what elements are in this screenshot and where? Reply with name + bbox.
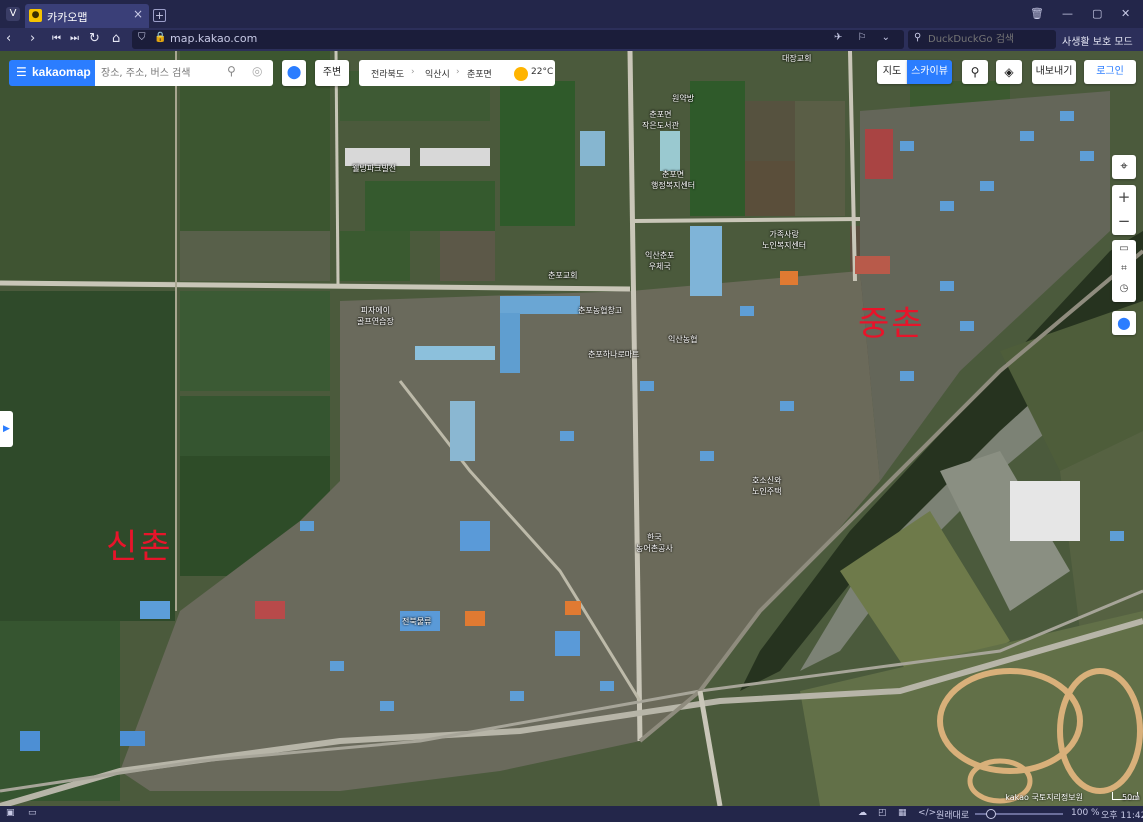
- radius-icon[interactable]: ◷: [1112, 283, 1136, 294]
- private-mode-label[interactable]: 사생활 보호 모드: [1062, 33, 1133, 48]
- roadview-pin-icon: ⚲: [970, 65, 980, 79]
- roadview-button[interactable]: ⚲: [962, 60, 988, 84]
- zoom-in-button[interactable]: +: [1112, 188, 1136, 206]
- zoom-slider-knob[interactable]: [986, 809, 996, 819]
- minimize-icon[interactable]: —: [1062, 7, 1073, 20]
- satellite-imagery[interactable]: [0, 51, 1143, 806]
- lock-icon[interactable]: 🔒: [154, 32, 166, 43]
- kakaomap-logo: kakaomap: [32, 65, 91, 79]
- close-window-icon[interactable]: ✕: [1121, 7, 1130, 20]
- poi-label[interactable]: 호소신와 노인주택: [752, 475, 781, 497]
- new-tab-button[interactable]: +: [153, 9, 166, 22]
- pin-icon: ⬤: [1117, 316, 1131, 330]
- sun-icon: [514, 67, 528, 81]
- shield-icon[interactable]: ⛉: [138, 32, 146, 43]
- layers-button[interactable]: ◈: [996, 60, 1022, 84]
- kakaomap-favicon-icon: ●: [29, 9, 42, 22]
- address-bar: ‹ › ⏮ ⏭ ↻ ⌂ ⛉ 🔒 map.kakao.com ✈ ⚐ ⌄ ⚲ 사생…: [0, 28, 1143, 51]
- clock: 오후 11:42: [1101, 811, 1143, 821]
- chevron-right-icon: ›: [411, 67, 415, 77]
- poi-label[interactable]: 원약방: [672, 93, 694, 104]
- poi-label[interactable]: 춘포농협창고: [578, 305, 622, 316]
- region-label-sinchon: 신촌: [106, 527, 173, 567]
- layers-icon: ◈: [1004, 65, 1014, 79]
- fastforward-icon[interactable]: ⏭: [70, 31, 79, 47]
- ruler-icon[interactable]: ▭: [1112, 243, 1136, 254]
- browser-window: V ● 카카오맵 × + 🗑 — ▢ ✕ ‹ › ⏮ ⏭ ↻ ⌂ ⛉ 🔒 map…: [0, 0, 1143, 822]
- sync-icon[interactable]: ☁: [858, 808, 867, 818]
- kakao-search-box[interactable]: ⚲ ◎: [95, 60, 273, 86]
- nearby-button[interactable]: 주변: [315, 60, 349, 86]
- capture-icon[interactable]: ◰: [878, 808, 887, 818]
- poi-label[interactable]: 피자에이 골프연습장: [357, 305, 394, 327]
- map-type-skyview-button[interactable]: 스카이뷰: [907, 60, 952, 84]
- my-location-button[interactable]: ⌖: [1112, 155, 1136, 179]
- poi-label[interactable]: 가족사랑 노인복지센터: [762, 229, 806, 251]
- maximize-icon[interactable]: ▢: [1092, 7, 1102, 20]
- tab-title: 카카오맵: [47, 11, 88, 24]
- forward-icon[interactable]: ›: [30, 31, 35, 47]
- map-scale-label: 50m: [1122, 793, 1140, 802]
- poi-label[interactable]: 익산농협: [668, 334, 697, 345]
- url-text[interactable]: map.kakao.com: [170, 32, 257, 45]
- poi-label[interactable]: 웰빙파크빌선: [352, 163, 396, 174]
- code-icon[interactable]: </>: [918, 808, 936, 818]
- kakaomap-menu-button[interactable]: ☰ kakaomap: [9, 60, 95, 86]
- tool-control: ▭ ⌗ ◷: [1112, 240, 1136, 302]
- poi-label[interactable]: 대장교회: [782, 53, 811, 64]
- roadview-toggle-button[interactable]: ⬤: [1112, 311, 1136, 335]
- poi-label[interactable]: 춘포하나로마트: [588, 349, 640, 360]
- vivaldi-menu-icon[interactable]: V: [6, 7, 20, 21]
- login-button[interactable]: 로그인: [1084, 60, 1136, 84]
- location-pin-button[interactable]: ⬤: [282, 60, 306, 86]
- image-icon[interactable]: ▦: [898, 808, 907, 818]
- zoom-control: + −: [1112, 185, 1136, 235]
- poi-label[interactable]: 전북물류: [402, 616, 431, 627]
- reload-icon[interactable]: ↻: [89, 31, 100, 47]
- breadcrumb-item[interactable]: 전라북도: [371, 67, 404, 80]
- export-button[interactable]: 내보내기: [1032, 60, 1076, 84]
- tab-bar: V ● 카카오맵 × + 🗑 — ▢ ✕: [0, 0, 1143, 28]
- web-search-field[interactable]: ⚲: [908, 30, 1056, 49]
- zoom-out-button[interactable]: −: [1112, 212, 1136, 230]
- map-viewport[interactable]: 대장교회 원약방 춘포면 작은도서관 춘포면 행정복지센터 웰빙파크빌선 가족사…: [0, 51, 1143, 806]
- area-icon[interactable]: ⌗: [1112, 263, 1136, 274]
- crosshair-icon: ⌖: [1120, 159, 1128, 174]
- back-icon[interactable]: ‹: [6, 31, 11, 47]
- trash-icon[interactable]: 🗑: [1030, 7, 1044, 20]
- panel-toggle-icon[interactable]: ▣: [6, 808, 15, 818]
- status-bar: ▣ ▭ ☁ ◰ ▦ </> 원래대로 100 % 오후 11:42: [0, 806, 1143, 822]
- web-search-input[interactable]: [928, 32, 1046, 47]
- map-type-map-button[interactable]: 지도: [877, 60, 907, 84]
- poi-label[interactable]: 춘포면 작은도서관: [642, 109, 679, 131]
- poi-label[interactable]: 춘포면 행정복지센터: [651, 169, 695, 191]
- place-search-input[interactable]: [101, 65, 221, 81]
- temperature: 22°C: [531, 67, 554, 77]
- map-copyright: kakao 국토지리정보원: [1005, 793, 1083, 802]
- search-icon: ⚲: [914, 32, 922, 43]
- rewind-icon[interactable]: ⏮: [52, 31, 61, 47]
- chevron-right-icon: ›: [456, 67, 460, 77]
- pin-icon: ⬤: [286, 65, 302, 80]
- home-icon[interactable]: ⌂: [112, 31, 120, 47]
- zoom-level: 100 %: [1071, 808, 1100, 818]
- breadcrumb-item[interactable]: 춘포면: [467, 67, 492, 80]
- bookmark-icon[interactable]: ✈ ⚐ ⌄: [834, 32, 896, 43]
- poi-label[interactable]: 익산춘포 우체국: [645, 250, 674, 272]
- zoom-reset-button[interactable]: 원래대로: [936, 808, 969, 821]
- breadcrumb-item[interactable]: 익산시: [425, 67, 450, 80]
- expand-panel-button[interactable]: ▶: [0, 411, 13, 447]
- hamburger-icon[interactable]: ☰: [16, 65, 27, 79]
- search-icon[interactable]: ⚲: [227, 64, 236, 78]
- breadcrumb: 전라북도 › 익산시 › 춘포면 22°C: [359, 60, 555, 86]
- poi-label[interactable]: 한국 농어촌공사: [636, 532, 673, 554]
- close-tab-icon[interactable]: ×: [133, 7, 143, 21]
- region-label-jungchon: 중촌: [858, 304, 925, 344]
- tab-kakaomap[interactable]: ● 카카오맵 ×: [25, 4, 149, 28]
- url-field[interactable]: ⛉ 🔒 map.kakao.com ✈ ⚐ ⌄: [132, 30, 904, 49]
- poi-label[interactable]: 춘포교회: [548, 270, 577, 281]
- route-check-icon[interactable]: ◎: [252, 64, 262, 78]
- chevron-right-icon: ▶: [3, 424, 10, 434]
- tiling-icon[interactable]: ▭: [28, 808, 37, 818]
